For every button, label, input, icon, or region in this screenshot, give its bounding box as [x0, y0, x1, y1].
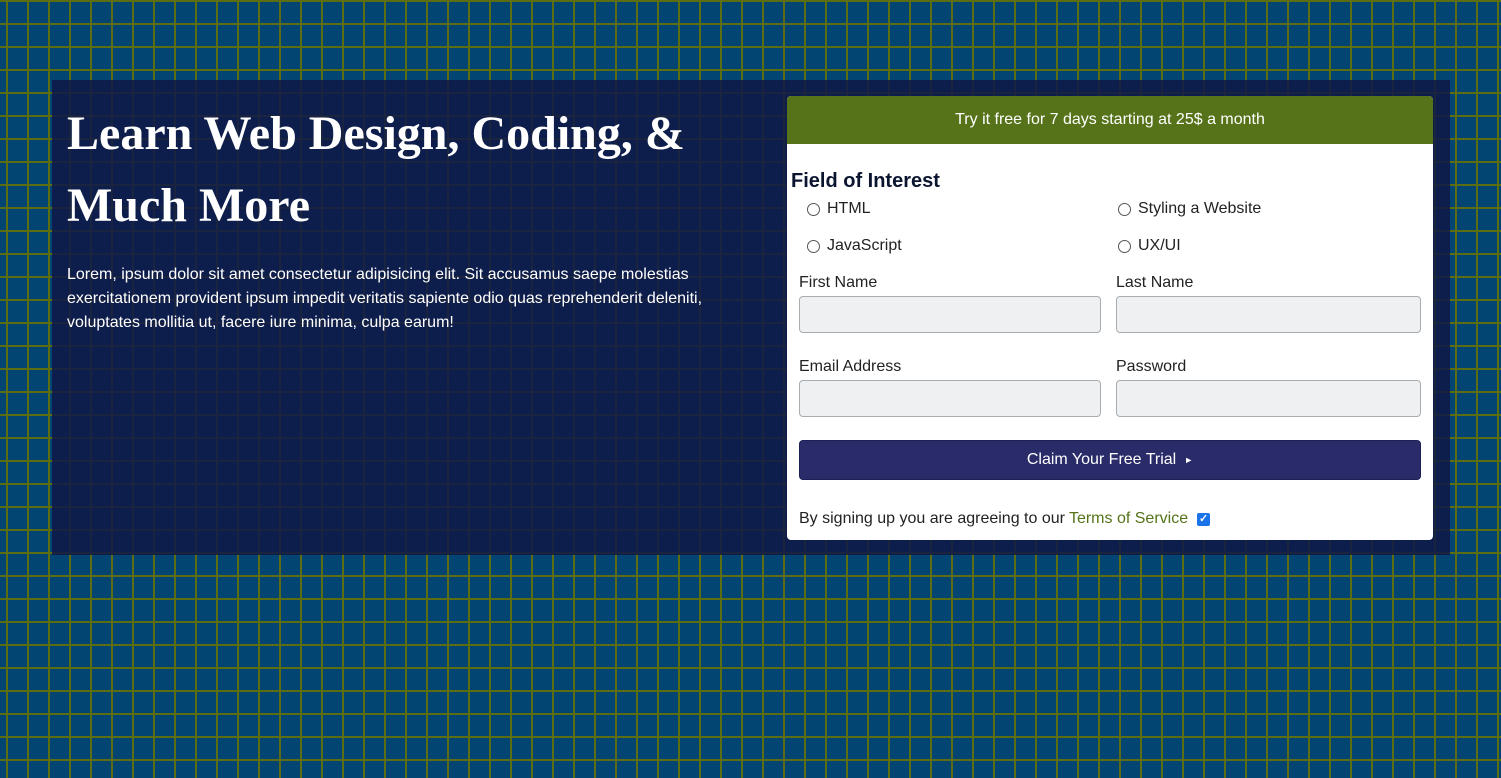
interest-radio-styling[interactable]: Styling a Website [1118, 200, 1261, 218]
hero-description: Lorem, ipsum dolor sit amet consectetur … [67, 266, 703, 331]
last-name-label: Last Name [1116, 274, 1194, 291]
radio-circle-icon[interactable] [1118, 202, 1131, 216]
hero-title: Learn Web Design, Coding, & Much More [67, 107, 685, 232]
interest-label: HTML [827, 200, 871, 217]
interest-radio-html[interactable]: HTML [807, 200, 871, 218]
interest-label: Styling a Website [1138, 200, 1262, 217]
email-input[interactable] [799, 380, 1101, 417]
claim-free-trial-label: Claim Your Free Trial [1026, 451, 1177, 468]
claim-free-trial-button[interactable]: Claim Your Free Trial ► [799, 440, 1421, 480]
first-name-input[interactable] [799, 296, 1101, 333]
terms-checkbox[interactable]: ✓ [1197, 512, 1211, 526]
terms-of-service-link[interactable]: Terms of Service [1069, 510, 1188, 528]
terms-row: By signing up you are agreeing to our Te… [799, 510, 1211, 528]
triangle-right-icon: ► [1184, 455, 1194, 465]
radio-circle-icon[interactable] [1118, 239, 1131, 253]
signup-card: Try it free for 7 days starting at 25$ a… [787, 96, 1433, 540]
interest-label: JavaScript [827, 237, 902, 254]
password-input[interactable] [1116, 380, 1421, 417]
interest-radio-javascript[interactable]: JavaScript [807, 237, 902, 255]
radio-circle-icon[interactable] [807, 239, 820, 253]
interest-label: UX/UI [1138, 237, 1181, 254]
password-label: Password [1116, 358, 1187, 375]
email-label: Email Address [799, 358, 902, 375]
radio-circle-icon[interactable] [807, 202, 820, 216]
interest-radio-uxui[interactable]: UX/UI [1118, 237, 1181, 255]
field-of-interest-title: Field of Interest [791, 170, 940, 192]
first-name-label: First Name [799, 274, 878, 291]
terms-text: By signing up you are agreeing to our [799, 510, 1065, 527]
last-name-input[interactable] [1116, 296, 1421, 333]
trial-banner: Try it free for 7 days starting at 25$ a… [787, 96, 1433, 144]
